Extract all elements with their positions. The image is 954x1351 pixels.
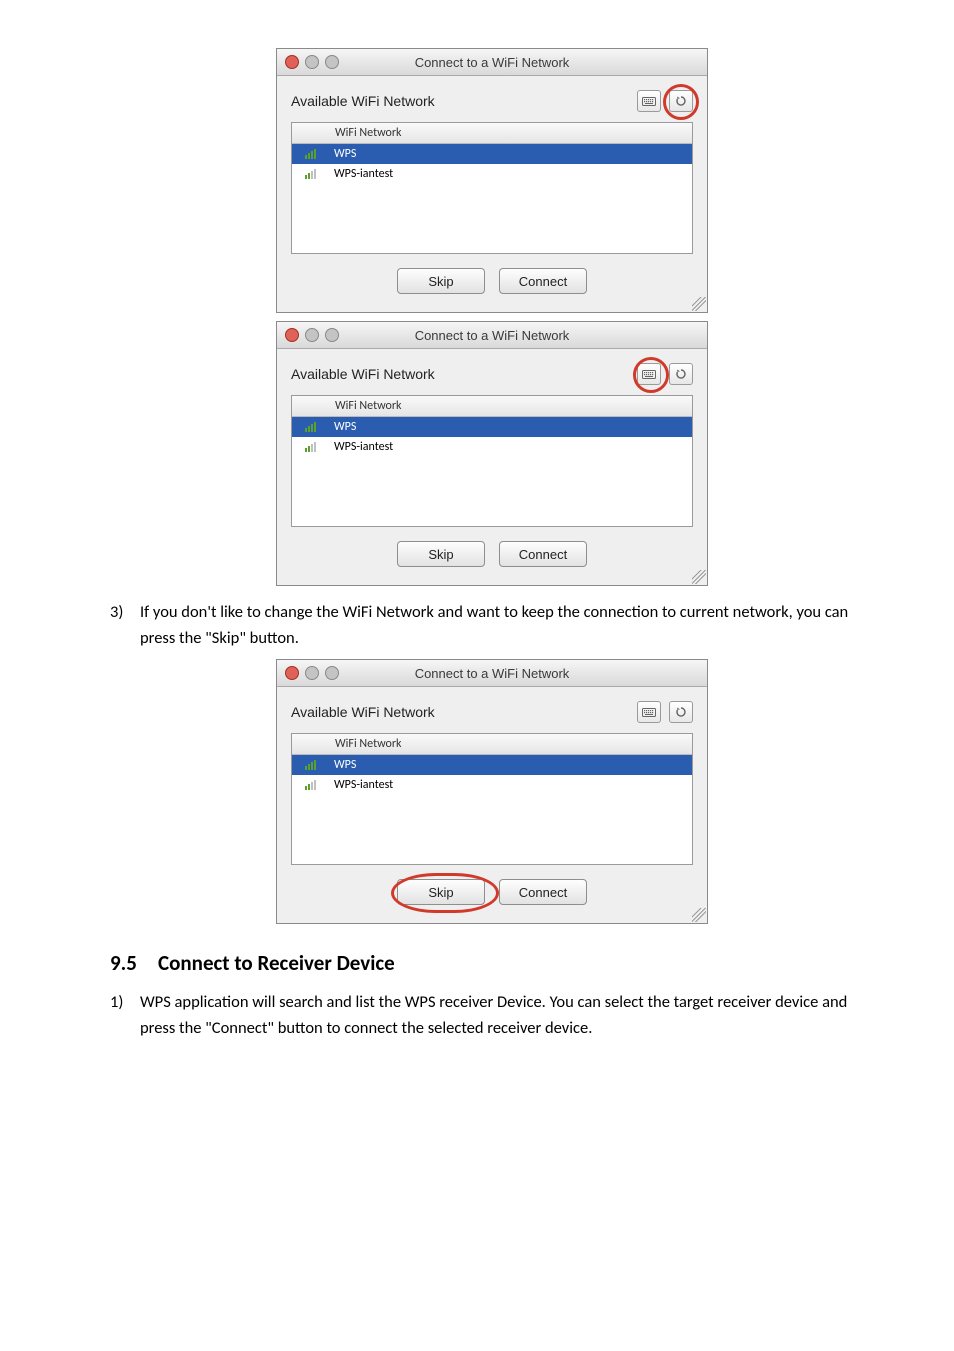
- titlebar: Connect to a WiFi Network: [277, 49, 707, 76]
- resize-grip[interactable]: [692, 570, 706, 584]
- table-row[interactable]: WPS-iantest: [292, 775, 692, 795]
- window-title: Connect to a WiFi Network: [277, 328, 707, 343]
- keyboard-icon: [642, 369, 656, 380]
- table-row[interactable]: WPS-iantest: [292, 437, 692, 457]
- wifi-name: WPS: [328, 758, 356, 772]
- available-network-label: Available WiFi Network: [291, 704, 435, 720]
- list-text: WPS application will search and list the…: [140, 990, 874, 1041]
- resize-grip[interactable]: [692, 297, 706, 311]
- connect-button[interactable]: Connect: [499, 879, 587, 905]
- keyboard-button[interactable]: [637, 363, 661, 385]
- available-network-label: Available WiFi Network: [291, 93, 435, 109]
- skip-button[interactable]: Skip: [397, 268, 485, 294]
- signal-icon: [305, 422, 316, 432]
- wifi-list: WiFi Network WPS WPS-iantest: [291, 733, 693, 865]
- list-number: 1): [110, 990, 140, 1041]
- signal-icon: [305, 760, 316, 770]
- refresh-button[interactable]: [669, 701, 693, 723]
- keyboard-button[interactable]: [637, 701, 661, 723]
- wifi-dialog: Connect to a WiFi Network Available WiFi…: [276, 659, 708, 924]
- wifi-list: WiFi Network WPS WPS-iantest: [291, 122, 693, 254]
- keyboard-icon: [642, 96, 656, 107]
- wifi-name: WPS-iantest: [328, 440, 393, 454]
- signal-icon: [305, 149, 316, 159]
- keyboard-icon: [642, 707, 656, 718]
- column-header-name: WiFi Network: [329, 399, 402, 413]
- connect-button[interactable]: Connect: [499, 541, 587, 567]
- refresh-button[interactable]: [669, 90, 693, 112]
- wifi-name: WPS-iantest: [328, 778, 393, 792]
- wifi-name: WPS: [328, 420, 356, 434]
- table-row[interactable]: WPS-iantest: [292, 164, 692, 184]
- table-row[interactable]: WPS: [292, 755, 692, 775]
- column-header-name: WiFi Network: [329, 126, 402, 140]
- connect-button[interactable]: Connect: [499, 268, 587, 294]
- section-heading: 9.5 Connect to Receiver Device: [110, 950, 874, 976]
- table-row[interactable]: WPS: [292, 417, 692, 437]
- keyboard-button[interactable]: [637, 90, 661, 112]
- wifi-list: WiFi Network WPS WPS-iantest: [291, 395, 693, 527]
- refresh-icon: [675, 368, 687, 380]
- heading-text: Connect to Receiver Device: [158, 950, 395, 976]
- available-network-label: Available WiFi Network: [291, 366, 435, 382]
- refresh-button[interactable]: [669, 363, 693, 385]
- titlebar: Connect to a WiFi Network: [277, 660, 707, 687]
- skip-button[interactable]: Skip: [397, 541, 485, 567]
- heading-number: 9.5: [110, 950, 158, 976]
- skip-button[interactable]: Skip: [397, 879, 485, 905]
- list-text: If you don't like to change the WiFi Net…: [140, 600, 874, 651]
- wifi-name: WPS: [328, 147, 356, 161]
- column-header-name: WiFi Network: [329, 737, 402, 751]
- wifi-dialog: Connect to a WiFi Network Available WiFi…: [276, 48, 708, 313]
- list-number: 3): [110, 600, 140, 651]
- signal-icon: [305, 169, 316, 179]
- refresh-icon: [675, 706, 687, 718]
- resize-grip[interactable]: [692, 908, 706, 922]
- signal-icon: [305, 780, 316, 790]
- wifi-dialog: Connect to a WiFi Network Available WiFi…: [276, 321, 708, 586]
- window-title: Connect to a WiFi Network: [277, 666, 707, 681]
- window-title: Connect to a WiFi Network: [277, 55, 707, 70]
- table-row[interactable]: WPS: [292, 144, 692, 164]
- signal-icon: [305, 442, 316, 452]
- wifi-name: WPS-iantest: [328, 167, 393, 181]
- titlebar: Connect to a WiFi Network: [277, 322, 707, 349]
- refresh-icon: [675, 95, 687, 107]
